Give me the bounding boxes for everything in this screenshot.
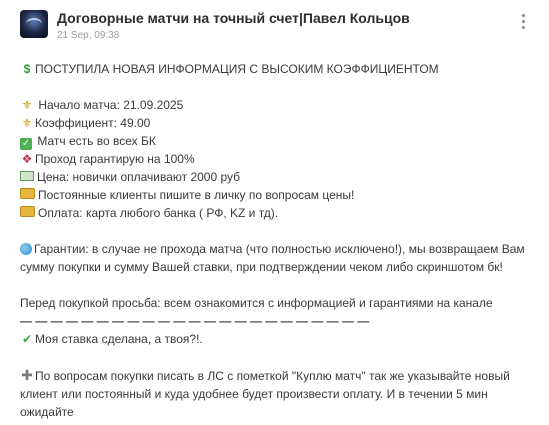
guarantees-line: Гарантии: в случае не прохода матча (что… (20, 240, 531, 276)
dice-icon: ❖ (21, 152, 33, 166)
bet-text: Моя ставка сделана, а твоя?!. (35, 332, 203, 346)
fleur-de-lis-icon: ⚜ (21, 116, 33, 130)
message-body: $ ПОСТУПИЛА НОВАЯ ИНФОРМАЦИЯ С ВЫСОКИМ КО… (20, 60, 531, 421)
price-line: Цена: новички оплачивают 2000 руб (20, 168, 531, 186)
payment-line: Оплата: карта любого банка ( РФ, KZ и тд… (20, 204, 531, 222)
headline-text: ПОСТУПИЛА НОВАЯ ИНФОРМАЦИЯ С ВЫСОКИМ КОЭ… (35, 62, 439, 76)
coef-text: Коэффициент: 49.00 (35, 116, 151, 130)
credit-card-icon (20, 206, 35, 217)
headline-line: $ ПОСТУПИЛА НОВАЯ ИНФОРМАЦИЯ С ВЫСОКИМ КО… (20, 60, 531, 78)
channel-title[interactable]: Договорные матчи на точный счет|Павел Ко… (57, 10, 410, 26)
banknote-icon (20, 171, 34, 181)
regular-line: Постоянные клиенты пишите в личку по воп… (20, 186, 531, 204)
credit-card-icon (20, 188, 35, 199)
regular-text: Постоянные клиенты пишите в личку по воп… (38, 188, 355, 202)
guarantee-line: ❖ Проход гарантирую на 100% (20, 150, 531, 168)
channel-avatar[interactable] (20, 10, 48, 38)
price-text: Цена: новички оплачивают 2000 руб (37, 170, 241, 184)
globe-icon (20, 243, 32, 255)
post-header: Договорные матчи на точный счет|Павел Ко… (20, 8, 529, 44)
start-text: Начало матча: 21.09.2025 (38, 98, 184, 112)
bk-text: Матч есть во всех БК (37, 134, 156, 148)
guarantee-text: Проход гарантирую на 100% (35, 152, 195, 166)
request-text: Перед покупкой просьба: всем ознакомится… (20, 296, 493, 310)
plus-icon: ✚ (21, 367, 33, 383)
start-line: ⚜ Начало матча: 21.09.2025 (20, 96, 531, 114)
contact-line: ✚ По вопросам покупки писать в ЛС с помет… (20, 366, 531, 421)
message-card: Договорные матчи на точный счет|Павел Ко… (0, 0, 549, 425)
guarantees-text: Гарантии: в случае не прохода матча (что… (20, 242, 525, 274)
payment-text: Оплата: карта любого банка ( РФ, KZ и тд… (38, 206, 279, 220)
dash-separator: — — — — — — — — — — — — — — — — — — — — … (20, 314, 370, 328)
fleur-de-lis-icon: ⚜ (21, 98, 33, 112)
post-date: 21 Sep, 09:38 (57, 30, 120, 41)
check-mark-icon: ✓ (20, 138, 32, 150)
dollar-icon: $ (23, 62, 31, 76)
coef-line: ⚜ Коэффициент: 49.00 (20, 114, 531, 132)
more-vertical-icon[interactable] (517, 12, 529, 34)
bk-line: ✓ Матч есть во всех БК (20, 132, 531, 150)
check-icon: ✔ (21, 332, 33, 346)
bet-line: ✔ Моя ставка сделана, а твоя?!. (20, 330, 531, 348)
contact-text: По вопросам покупки писать в ЛС с пометк… (20, 369, 510, 419)
request-line: Перед покупкой просьба: всем ознакомится… (20, 294, 531, 312)
